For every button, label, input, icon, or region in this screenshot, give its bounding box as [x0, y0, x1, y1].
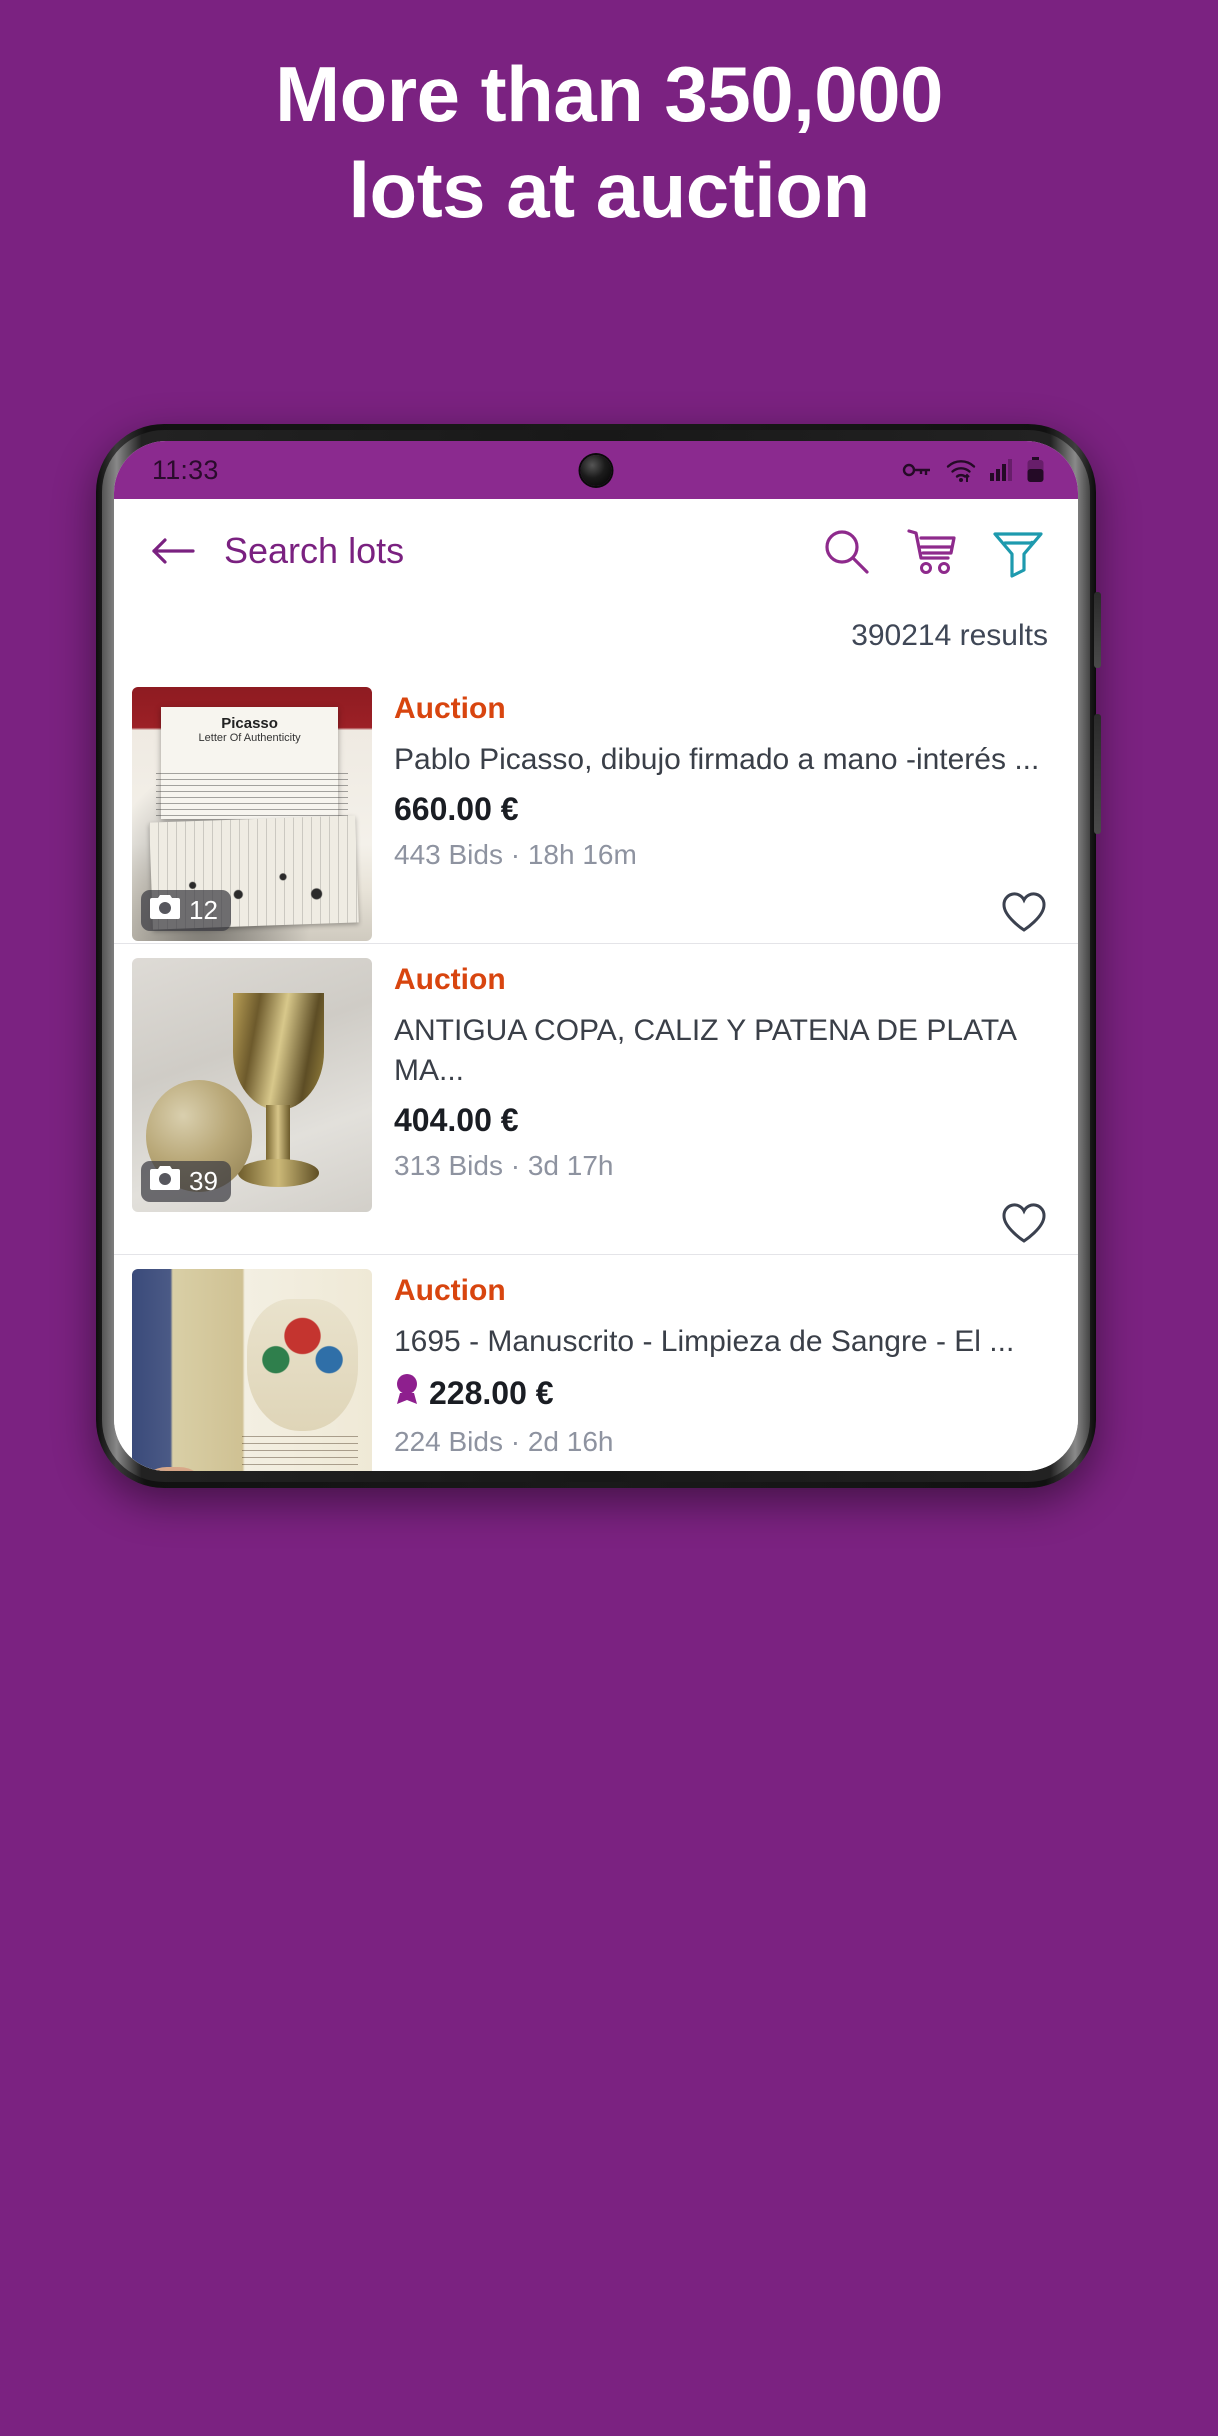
lot-thumbnail-detail: [237, 1158, 320, 1187]
lot-meta: 224 Bids · 2d 16h: [394, 1425, 614, 1457]
lot-info: Auction Pablo Picasso, dibujo firmado a …: [372, 673, 1078, 943]
phone-volume-button: [1094, 592, 1101, 668]
auction-tag: Auction: [394, 1273, 506, 1307]
promo-screenshot: More than 350,000 lots at auction 11:33: [0, 0, 1218, 2436]
status-bar-clock: 11:33: [152, 454, 219, 485]
search-icon[interactable]: [816, 521, 876, 581]
list-item[interactable]: Picasso Letter Of Authenticity 12 Auctio…: [114, 673, 1078, 943]
auction-tag: Auction: [394, 962, 506, 996]
lot-price-value: 404.00 €: [394, 1101, 519, 1138]
promo-headline: More than 350,000 lots at auction: [0, 50, 1218, 235]
lot-price: 404.00 €: [394, 1102, 1056, 1139]
favorite-heart-icon[interactable]: [998, 886, 1050, 938]
favorite-heart-icon[interactable]: [998, 1197, 1050, 1249]
front-camera-punch-hole: [580, 455, 612, 486]
photo-count-badge: 12: [141, 890, 231, 931]
lot-title: ANTIGUA COPA, CALIZ Y PATENA DE PLATA MA…: [394, 1013, 1016, 1087]
status-bar-icons: [902, 457, 1044, 483]
lot-thumbnail-detail: [266, 1105, 291, 1162]
lot-thumbnail-detail: [242, 1436, 358, 1471]
lot-thumbnail[interactable]: 39: [132, 957, 372, 1212]
lot-thumbnail[interactable]: 48: [132, 1268, 372, 1471]
cart-icon[interactable]: [902, 521, 962, 581]
lot-thumbnail-detail: [247, 1299, 358, 1432]
vpn-key-icon: [902, 460, 932, 480]
lot-actions: [394, 881, 1056, 943]
lot-price-value: 228.00 €: [429, 1375, 554, 1412]
status-bar: 11:33: [114, 441, 1078, 499]
list-item[interactable]: 48 Auction 1695 - Manuscrito - Limpieza …: [114, 1253, 1078, 1471]
camera-icon: [150, 1165, 180, 1197]
phone-power-button: [1094, 714, 1101, 834]
filter-icon[interactable]: [988, 521, 1048, 581]
lot-actions: [394, 1192, 1056, 1254]
lot-price: 228.00 €: [394, 1373, 1056, 1415]
wifi-icon: [945, 457, 977, 483]
lot-title: 1695 - Manuscrito - Limpieza de Sangre -…: [394, 1324, 1015, 1358]
lot-info: Auction 1695 - Manuscrito - Limpieza de …: [372, 1255, 1078, 1471]
list-item[interactable]: 39 Auction ANTIGUA COPA, CALIZ Y PATENA …: [114, 942, 1078, 1254]
signal-bars-icon: [990, 459, 1014, 481]
photo-count-label: 12: [189, 895, 218, 925]
app-bar: Search lots: [114, 499, 1078, 603]
lot-thumbnail-detail: [141, 1466, 204, 1471]
back-button[interactable]: [144, 522, 202, 580]
lot-price-value: 660.00 €: [394, 790, 519, 827]
app-bar-actions: [816, 521, 1052, 581]
promo-headline-line1: More than 350,000: [275, 50, 943, 138]
camera-icon: [150, 895, 180, 926]
lot-thumbnail-detail: [232, 993, 324, 1111]
phone-mockup: 11:33 Search lots 390214 results Picasso…: [96, 424, 1101, 1488]
lot-info: Auction ANTIGUA COPA, CALIZ Y PATENA DE …: [372, 944, 1078, 1254]
results-count: 390214 results: [114, 603, 1078, 673]
lot-list: Picasso Letter Of Authenticity 12 Auctio…: [114, 673, 1078, 1471]
award-ribbon-icon: [394, 1373, 420, 1415]
promo-headline-line2: lots at auction: [348, 146, 870, 235]
page-title: Search lots: [224, 530, 405, 571]
lot-thumbnail-detail: [156, 773, 348, 820]
battery-icon: [1027, 457, 1044, 483]
lot-thumbnail[interactable]: Picasso Letter Of Authenticity 12: [132, 687, 372, 941]
lot-meta: 313 Bids · 3d 17h: [394, 1149, 614, 1181]
lot-price: 660.00 €: [394, 791, 1056, 828]
phone-screen: 11:33 Search lots 390214 results Picasso…: [114, 441, 1078, 1471]
lot-title: Pablo Picasso, dibujo firmado a mano -in…: [394, 743, 1040, 776]
auction-tag: Auction: [394, 692, 506, 725]
lot-meta: 443 Bids · 18h 16m: [394, 838, 637, 870]
photo-count-badge: 39: [141, 1160, 231, 1202]
lot-actions: tc Pay: [394, 1468, 1056, 1471]
photo-count-label: 39: [189, 1165, 218, 1196]
